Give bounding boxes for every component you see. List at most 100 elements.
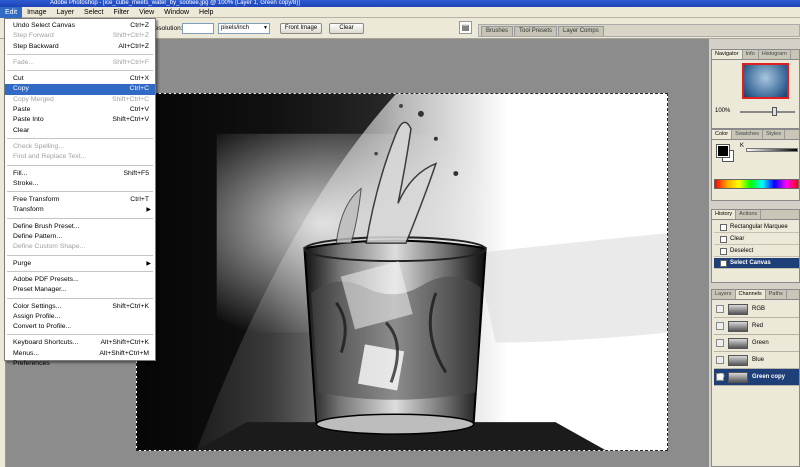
menu-item-check-spelling: Check Spelling... xyxy=(13,142,65,150)
menu-item-assign-profile[interactable]: Assign Profile... xyxy=(5,312,155,322)
menu-select[interactable]: Select xyxy=(79,7,108,18)
menu-separator xyxy=(7,70,153,72)
menu-layer[interactable]: Layer xyxy=(52,7,80,18)
tab-layers[interactable]: Layers xyxy=(712,290,736,299)
menu-item-paste[interactable]: Paste Ctrl+V xyxy=(5,105,155,115)
menu-window[interactable]: Window xyxy=(159,7,194,18)
menu-separator xyxy=(7,53,153,55)
menu-image[interactable]: Image xyxy=(22,7,51,18)
channels-panel: Layers Channels Paths RGB Red Green Blue… xyxy=(711,289,800,467)
menu-view[interactable]: View xyxy=(134,7,159,18)
visibility-toggle[interactable] xyxy=(716,339,724,347)
menu-item-menus[interactable]: Menus... Alt+Shift+Ctrl+M xyxy=(5,349,155,359)
tab-channels[interactable]: Channels xyxy=(735,290,766,299)
tab-actions[interactable]: Actions xyxy=(736,210,762,219)
menu-item-color-settings[interactable]: Color Settings... Shift+Ctrl+K xyxy=(5,302,155,312)
menu-filter[interactable]: Filter xyxy=(109,7,135,18)
tab-histogram[interactable]: Histogram xyxy=(759,50,791,59)
edit-menu-dropdown: Undo Select Canvas Ctrl+Z Step Forward Shi… xyxy=(4,18,156,367)
channel-row-green-copy[interactable]: 👁 Green copy xyxy=(714,369,799,386)
history-item[interactable]: Rectangular Marquee xyxy=(714,222,799,233)
menu-item-copy[interactable]: Copy Ctrl+C xyxy=(5,84,155,95)
visibility-toggle[interactable] xyxy=(716,356,724,364)
menu-item-preset-manager[interactable]: Preset Manager... xyxy=(5,285,155,295)
history-item-selected[interactable]: Select Canvas xyxy=(714,258,799,269)
menu-item-purge[interactable]: Purge ▶ xyxy=(5,259,155,269)
menu-item-convert-profile[interactable]: Convert to Profile... xyxy=(5,322,155,332)
menu-item-step-backward[interactable]: Step Backward Alt+Ctrl+Z xyxy=(5,42,155,52)
navigator-thumbnail[interactable] xyxy=(742,63,789,99)
palette-column: Navigator Info Histogram 100% Color Swat… xyxy=(709,39,800,467)
menu-separator xyxy=(7,297,153,299)
chevron-down-icon: ▼ xyxy=(263,25,268,31)
menu-help[interactable]: Help xyxy=(194,7,218,18)
menu-separator xyxy=(7,254,153,256)
clear-button[interactable]: Clear xyxy=(329,23,364,34)
menu-item-find-replace: Find and Replace Text... xyxy=(13,153,87,161)
tab-color[interactable]: Color xyxy=(712,130,733,139)
channel-thumbnail xyxy=(728,355,748,366)
channel-row-red[interactable]: Red xyxy=(714,318,799,335)
menu-item-define-brush[interactable]: Define Brush Preset... xyxy=(5,222,155,232)
document-image xyxy=(137,94,667,450)
menu-item-define-pattern[interactable]: Define Pattern... xyxy=(5,232,155,242)
dock-tab-brushes[interactable]: Brushes xyxy=(481,26,514,36)
menu-item-define-custom-shape: Define Custom Shape... xyxy=(13,243,86,251)
menu-bar: Edit Image Layer Select Filter View Wind… xyxy=(0,6,800,18)
color-panel: Color Swatches Styles K xyxy=(711,129,800,201)
tab-history[interactable]: History xyxy=(712,210,737,219)
history-item[interactable]: Deselect xyxy=(714,246,799,257)
palette-dock-icon[interactable]: ▤ xyxy=(459,21,472,34)
chevron-right-icon: ▶ xyxy=(146,260,151,267)
visibility-toggle[interactable] xyxy=(716,305,724,313)
history-state-icon xyxy=(720,224,727,231)
eye-icon[interactable]: 👁 xyxy=(716,373,725,381)
history-item[interactable]: Clear xyxy=(714,234,799,245)
channel-row-blue[interactable]: Blue xyxy=(714,352,799,369)
foreground-color-swatch[interactable] xyxy=(716,144,730,158)
channel-row-green[interactable]: Green xyxy=(714,335,799,352)
channel-thumbnail xyxy=(728,321,748,332)
history-state-icon xyxy=(720,236,727,243)
channel-k-label: K xyxy=(740,143,745,149)
menu-item-free-transform[interactable]: Free Transform Ctrl+T xyxy=(5,195,155,205)
menu-item-transform[interactable]: Transform ▶ xyxy=(5,205,155,215)
menu-item-fill[interactable]: Fill... Shift+F5 xyxy=(5,169,155,179)
document-canvas[interactable] xyxy=(136,93,668,451)
menu-separator xyxy=(7,217,153,219)
channel-row-rgb[interactable]: RGB xyxy=(714,301,799,318)
menu-item-step-forward: Step Forward Shift+Ctrl+Z xyxy=(13,32,149,40)
tab-navigator[interactable]: Navigator xyxy=(712,50,743,59)
resolution-input[interactable] xyxy=(182,23,214,34)
menu-item-paste-into[interactable]: Paste Into Shift+Ctrl+V xyxy=(5,115,155,125)
menu-separator xyxy=(7,137,153,139)
navigator-zoom-value[interactable]: 100% xyxy=(715,108,730,114)
menu-item-preferences[interactable]: Preferences ▶ xyxy=(5,359,155,369)
menu-item-cut[interactable]: Cut Ctrl+X xyxy=(5,74,155,84)
menu-item-pdf-presets[interactable]: Adobe PDF Presets... xyxy=(5,275,155,285)
menu-separator xyxy=(7,270,153,272)
menu-item-undo[interactable]: Undo Select Canvas Ctrl+Z xyxy=(5,21,155,31)
menu-item-keyboard-shortcuts[interactable]: Keyboard Shortcuts... Alt+Shift+Ctrl+K xyxy=(5,338,155,348)
history-state-icon xyxy=(720,248,727,255)
menu-item-fade: Fade... Shift+Ctrl+F xyxy=(13,58,149,66)
menu-item-stroke[interactable]: Stroke... xyxy=(5,179,155,189)
navigator-zoom-slider[interactable] xyxy=(740,111,795,113)
menu-separator xyxy=(7,191,153,193)
navigator-zoom-handle[interactable] xyxy=(772,107,777,116)
color-spectrum-bar[interactable] xyxy=(714,179,799,189)
menu-item-clear[interactable]: Clear xyxy=(5,126,155,136)
visibility-toggle[interactable] xyxy=(716,322,724,330)
tab-paths[interactable]: Paths xyxy=(766,290,787,299)
history-state-icon xyxy=(720,260,727,267)
dock-tab-layer-comps[interactable]: Layer Comps xyxy=(558,26,604,36)
resolution-unit-select[interactable]: pixels/inch ▼ xyxy=(218,23,270,34)
k-slider[interactable] xyxy=(746,148,798,152)
menu-edit[interactable]: Edit xyxy=(0,6,23,18)
tab-swatches[interactable]: Swatches xyxy=(732,130,764,139)
tab-info[interactable]: Info xyxy=(743,50,759,59)
dock-tab-tool-presets[interactable]: Tool Presets xyxy=(514,26,558,36)
menu-item-copy-merged: Copy Merged Shift+Ctrl+C xyxy=(13,95,149,103)
tab-styles[interactable]: Styles xyxy=(763,130,785,139)
front-image-button[interactable]: Front Image xyxy=(280,23,322,34)
